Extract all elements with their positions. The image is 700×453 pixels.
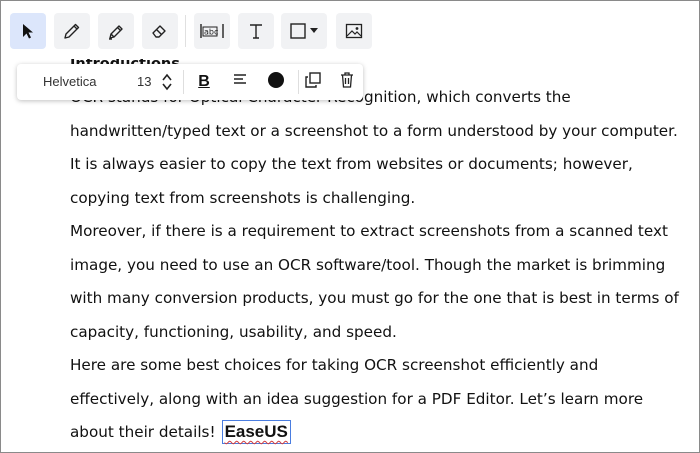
- text-line: handwritten/typed text or a screenshot t…: [70, 121, 678, 140]
- font-family-select[interactable]: Helvetica: [43, 64, 96, 100]
- duplicate-button[interactable]: [301, 70, 325, 94]
- align-left-icon: [232, 73, 248, 92]
- chevron-down-icon: [310, 28, 318, 34]
- select-tool-button[interactable]: [10, 13, 46, 49]
- editor-window: Introductions OCR stands for Optical Cha…: [0, 0, 700, 453]
- document-body[interactable]: Introductions OCR stands for Optical Cha…: [70, 47, 685, 450]
- text-tool-button[interactable]: [238, 13, 274, 49]
- copy-icon: [304, 71, 322, 94]
- eraser-icon: [150, 21, 170, 41]
- highlighter-tool-button[interactable]: [98, 13, 134, 49]
- font-size-input[interactable]: 13: [137, 64, 151, 100]
- delete-button[interactable]: [335, 70, 359, 94]
- text-line: about their details! EaseUS: [70, 416, 685, 450]
- shape-tool-button[interactable]: [281, 13, 327, 49]
- text-line: effectively, along with an idea suggesti…: [70, 389, 644, 408]
- pencil-icon: [62, 21, 82, 41]
- image-icon: [345, 22, 363, 40]
- color-swatch-icon: [267, 71, 285, 94]
- text-line: image, you need to use an OCR software/t…: [70, 255, 666, 274]
- image-tool-button[interactable]: [336, 13, 372, 49]
- format-divider: [183, 70, 184, 94]
- toolbar-divider: [185, 15, 186, 47]
- eraser-tool-button[interactable]: [142, 13, 178, 49]
- pencil-tool-button[interactable]: [54, 13, 90, 49]
- text-line: It is always easier to copy the text fro…: [70, 155, 633, 173]
- text-line: Moreover, if there is a requirement to e…: [70, 222, 668, 240]
- text-t-icon: [246, 21, 266, 41]
- ocr-icon: abc: [199, 21, 225, 41]
- rectangle-icon: [290, 23, 306, 39]
- text-line-content: about their details!: [70, 423, 216, 441]
- ocr-text-tool-button[interactable]: abc: [194, 13, 230, 49]
- bold-button[interactable]: B: [192, 70, 216, 94]
- top-toolbar: abc: [1, 1, 699, 59]
- selected-text-box[interactable]: EaseUS: [221, 420, 291, 444]
- text-format-bar: Helvetica 13 B: [17, 64, 363, 100]
- text-line: copying text from screenshots is challen…: [70, 188, 416, 207]
- text-line: capacity, functioning, usability, and sp…: [70, 322, 397, 341]
- text-line: with many conversion products, you must …: [70, 289, 679, 307]
- font-size-stepper[interactable]: [161, 70, 173, 94]
- trash-icon: [338, 71, 356, 94]
- cursor-arrow-icon: [19, 22, 37, 40]
- ocr-icon-text: abc: [204, 28, 218, 37]
- align-button[interactable]: [228, 70, 252, 94]
- format-divider: [298, 70, 299, 94]
- text-line: Here are some best choices for taking OC…: [70, 356, 599, 374]
- highlighter-icon: [106, 21, 126, 41]
- text-color-button[interactable]: [264, 70, 288, 94]
- bold-label: B: [198, 73, 210, 90]
